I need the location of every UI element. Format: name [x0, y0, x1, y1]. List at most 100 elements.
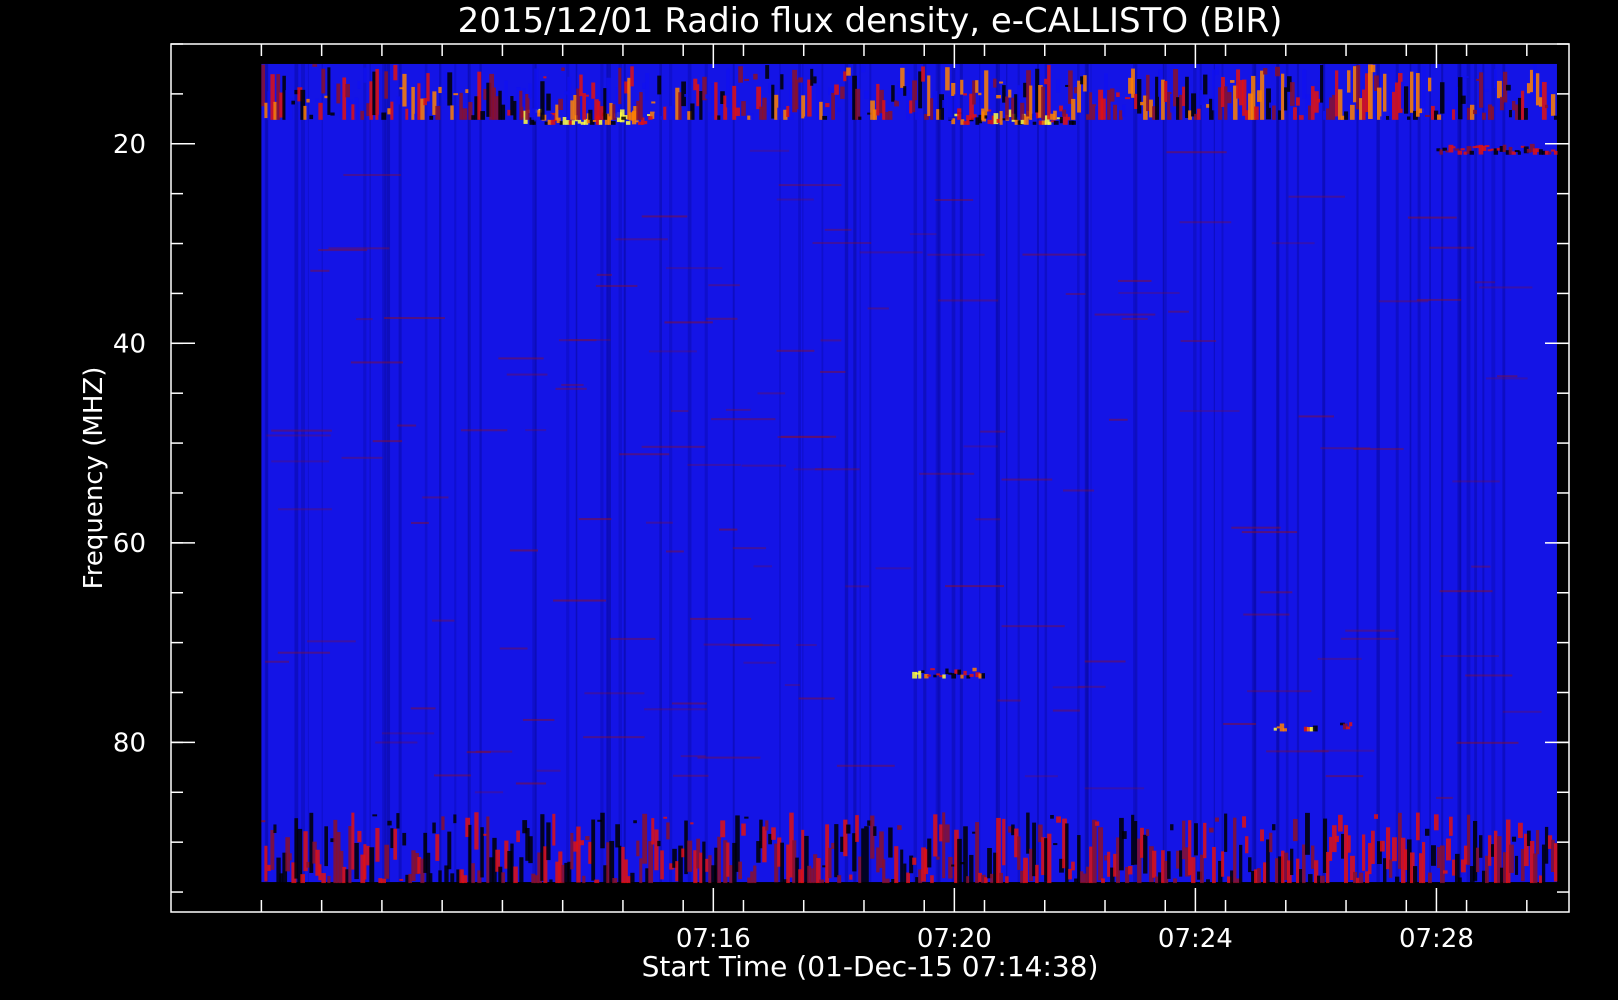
texture-streak: [1475, 281, 1496, 284]
heatmap-event-cell: [498, 90, 502, 120]
heatmap-event-cell: [1475, 78, 1480, 81]
heatmap-event-cell: [1203, 822, 1207, 859]
texture-streak: [1001, 625, 1065, 628]
texture-stripe: [566, 63, 570, 883]
heatmap-event-cell: [336, 83, 341, 104]
heatmap-event-cell: [726, 842, 730, 877]
heatmap-event-cell: [513, 866, 518, 884]
heatmap-event-cell: [930, 98, 934, 120]
texture-streak: [1024, 775, 1058, 778]
heatmap-event-cell: [1146, 829, 1150, 837]
heatmap-event-cell: [1421, 842, 1426, 884]
heatmap-event-cell: [1131, 68, 1135, 98]
texture-streak: [265, 660, 290, 663]
texture-streak: [1416, 298, 1462, 301]
heatmap-event-cell: [1065, 823, 1069, 884]
heatmap-event-cell: [1389, 859, 1393, 878]
heatmap-event-cell: [1299, 115, 1304, 120]
heatmap-event-cell: [1047, 64, 1051, 120]
heatmap-event-cell: [1460, 148, 1465, 151]
heatmap-event-cell: [1029, 85, 1033, 120]
texture-streak: [1179, 409, 1240, 412]
heatmap-event-cell: [1424, 114, 1430, 117]
heatmap-event-cell: [1547, 151, 1552, 155]
texture-stripe: [1090, 63, 1092, 883]
heatmap-event-cell: [559, 121, 563, 125]
heatmap-event-cell: [610, 121, 616, 125]
heatmap-event-cell: [363, 67, 367, 83]
heatmap-event-cell: [621, 116, 626, 120]
texture-streak: [1429, 246, 1474, 249]
texture-streak: [381, 732, 435, 735]
heatmap-event-cell: [1008, 89, 1012, 98]
texture-streak: [1452, 480, 1500, 483]
heatmap-event-cell: [372, 814, 378, 817]
heatmap-event-cell: [480, 111, 486, 120]
heatmap-event-cell: [507, 109, 511, 116]
heatmap-event-cell: [744, 816, 749, 819]
heatmap-event-cell: [1439, 82, 1445, 114]
texture-streak: [875, 567, 911, 570]
texture-streak: [410, 521, 429, 524]
texture-streak: [595, 284, 638, 287]
heatmap-event-cell: [1320, 875, 1325, 884]
heatmap-event-cell: [1305, 812, 1310, 855]
heatmap-event-cell: [1233, 817, 1237, 884]
texture-streak: [1001, 478, 1053, 481]
heatmap-event-cell: [432, 822, 436, 834]
heatmap-event-cell: [544, 121, 548, 125]
heatmap-event-cell: [465, 89, 469, 94]
texture-stripe: [1077, 63, 1080, 883]
heatmap-event-cell: [342, 77, 347, 120]
texture-streak: [997, 699, 1021, 702]
heatmap-event-cell: [1224, 813, 1228, 852]
heatmap-event-cell: [441, 107, 445, 110]
heatmap-event-cell: [984, 70, 989, 116]
heatmap-event-cell: [915, 877, 919, 884]
heatmap-event-cell: [1182, 820, 1186, 860]
heatmap-event-cell: [1212, 846, 1216, 884]
heatmap-event-cell: [1152, 850, 1157, 878]
heatmap-event-cell: [1454, 148, 1460, 151]
heatmap-event-cell: [1538, 875, 1542, 884]
heatmap-event-cell: [1053, 110, 1057, 120]
heatmap-event-cell: [1002, 818, 1006, 866]
heatmap-event-cell: [1312, 725, 1318, 732]
heatmap-event-cell: [978, 92, 982, 96]
heatmap-event-cell: [801, 95, 806, 119]
heatmap-event-cell: [390, 828, 394, 849]
heatmap-event-cell: [636, 840, 640, 857]
heatmap-event-cell: [1077, 80, 1082, 113]
heatmap-event-cell: [1463, 76, 1469, 79]
heatmap-event-cell: [426, 73, 430, 102]
heatmap-event-cell: [882, 859, 886, 884]
texture-streak: [1407, 216, 1457, 219]
heatmap-event-cell: [555, 104, 559, 120]
heatmap-event-cell: [1191, 857, 1196, 884]
heatmap-event-cell: [1044, 78, 1048, 85]
texture-streak: [934, 198, 974, 201]
texture-streak: [644, 708, 707, 711]
texture-streak: [578, 518, 612, 521]
texture-stripe: [1482, 63, 1485, 883]
texture-streak: [1063, 489, 1095, 492]
heatmap-event-cell: [663, 816, 668, 819]
heatmap-event-cell: [1296, 97, 1300, 106]
heatmap-event-cell: [1269, 832, 1273, 853]
heatmap-event-cell: [1505, 84, 1511, 91]
texture-streak: [1471, 565, 1491, 568]
heatmap-event-cell: [1224, 86, 1228, 120]
heatmap-event-cell: [1377, 87, 1382, 120]
heatmap-event-cell: [549, 879, 553, 884]
heatmap-event-cell: [1380, 116, 1384, 120]
heatmap-event-cell: [612, 878, 618, 884]
heatmap-event-cell: [1017, 836, 1021, 870]
heatmap-event-cell: [720, 820, 726, 838]
texture-streak: [641, 445, 706, 448]
heatmap-event-cell: [708, 855, 712, 884]
heatmap-event-cell: [1395, 876, 1400, 884]
heatmap-event-cell: [1371, 830, 1375, 864]
heatmap-event-cell: [1158, 872, 1162, 884]
texture-streak: [1084, 660, 1126, 663]
heatmap-event-cell: [375, 68, 379, 120]
